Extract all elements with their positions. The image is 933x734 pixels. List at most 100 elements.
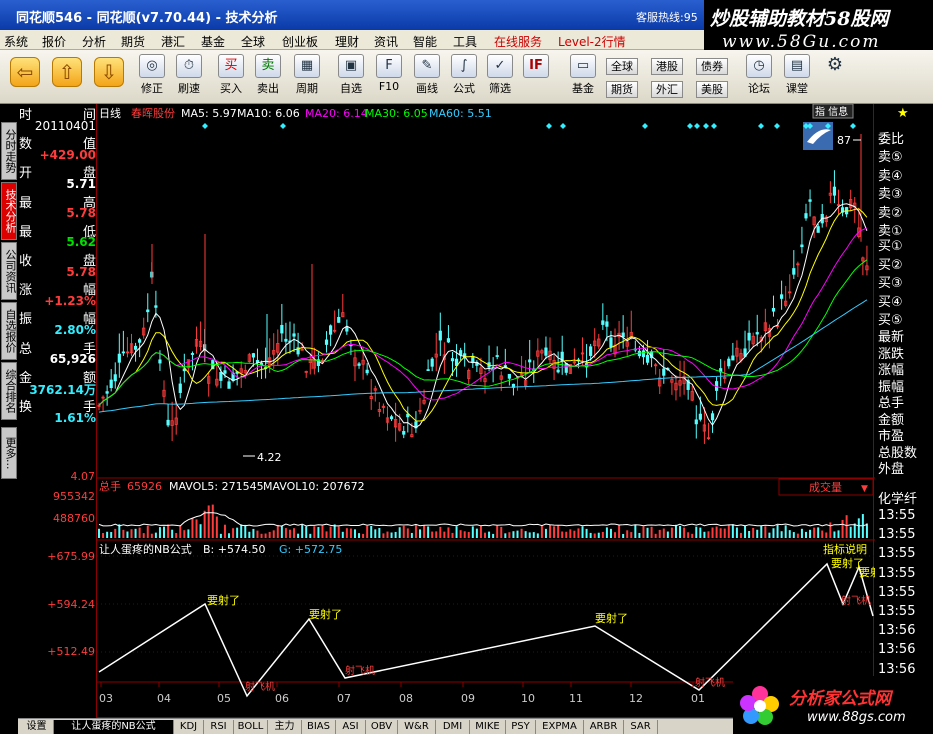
left-tab[interactable]: 更多... (1, 427, 17, 479)
gear-icon: ⚙ (826, 54, 844, 75)
axis-label: +675.99 (47, 550, 95, 563)
menu-item[interactable]: 系统 (4, 33, 28, 50)
menu-item[interactable]: 基金 (201, 33, 225, 50)
market-button[interactable]: 期货 (606, 81, 638, 98)
info-value: 2.80% (54, 323, 96, 337)
quote-text: 委比 (878, 132, 905, 147)
candle-body (402, 431, 406, 435)
candle-body (113, 374, 117, 382)
quote-text: 买② (878, 257, 903, 273)
market-button[interactable]: 债券 (696, 58, 728, 75)
market-button[interactable]: 美股 (696, 81, 728, 98)
back-arrow-icon[interactable]: ⇦ (10, 57, 40, 87)
if-button[interactable]: IF (521, 54, 551, 100)
menu-item[interactable]: 期货 (121, 33, 145, 50)
toolbar-button[interactable]: ∫ 公式 (447, 54, 481, 100)
toolbar-button[interactable]: ✎ 画线 (410, 54, 444, 100)
indicator-tab[interactable]: OBV (366, 720, 398, 734)
left-tab[interactable]: 公司资讯 (1, 242, 17, 300)
indicator-tab[interactable]: BIAS (302, 720, 336, 734)
x-axis: 03 04 05 06 07 08 09 10 11 12 01 (99, 682, 705, 705)
ma-line (98, 227, 868, 406)
indicator-tab[interactable]: ASI (336, 720, 366, 734)
indicator-tab[interactable]: ARBR (584, 720, 624, 734)
menu-item[interactable]: 在线服务 (494, 33, 542, 50)
quote-text: 卖② (878, 205, 903, 221)
indicator-tab[interactable]: KDJ (174, 720, 204, 734)
indicator-tab[interactable]: W&R (398, 720, 436, 734)
volume-header: 总手 65926 MAVOL5: 271545 MAVOL10: 207672 (99, 479, 365, 493)
indicator-tab[interactable]: 设置 (20, 720, 54, 734)
quote-text: 13:55 (878, 508, 916, 523)
candle-body (158, 359, 162, 364)
toolbar-button[interactable]: ▤ 课堂 (780, 54, 814, 100)
ma-line (98, 208, 868, 422)
stock-name: 春晖股份 (131, 107, 175, 120)
signal-diamond (560, 123, 566, 129)
settings-button[interactable]: ⚙ (820, 54, 850, 100)
menu-item[interactable]: 工具 (453, 33, 477, 50)
toolbar-button[interactable]: ◷ 论坛 (742, 54, 776, 100)
toolbar-button[interactable]: ◎ 修正 (135, 54, 169, 100)
quote-text: 13:55 (878, 546, 916, 562)
ma-label: MA30: 6.05 (365, 107, 428, 120)
toolbar-button[interactable]: ✓ 筛选 (483, 54, 517, 100)
menu-item[interactable]: 创业板 (282, 33, 318, 50)
star-icon[interactable]: ★ (897, 106, 909, 121)
toolbar-button[interactable]: ▭ 基金 (566, 54, 600, 100)
up-arrow-icon[interactable]: ⇧ (52, 57, 82, 87)
menu-item[interactable]: 理财 (335, 33, 359, 50)
left-tab[interactable]: 分时走势 (1, 122, 17, 180)
down-arrow-icon[interactable]: ⇩ (94, 57, 124, 87)
sell-signal-label: 要射了 (309, 607, 342, 621)
indicator-tab[interactable]: DMI (436, 720, 470, 734)
indicator-tab[interactable]: 让人蛋疼的NB公式 (54, 720, 174, 734)
menu-item[interactable]: 分析 (82, 33, 106, 50)
signal-diamond (850, 123, 856, 129)
menu-item[interactable]: 港汇 (161, 33, 185, 50)
market-button[interactable]: 全球 (606, 58, 638, 75)
logo-text: 分析家公式网 (789, 689, 891, 709)
buy-signal-label: 射飞机 (245, 680, 275, 693)
indicator-tab[interactable]: RSI (204, 720, 234, 734)
sell-signal-label: 要射了 (207, 593, 240, 607)
toolbar: ⇦ ⇧ ⇩ ◎ 修正 ⏱ 刷速 买买入卖卖出 ▦ 周期 ▣ 自选 F F10 ✎ 画线 ∫ 公式 ✓ 筛选 ▭ 基金… (0, 50, 933, 104)
menu-item[interactable]: 资讯 (374, 33, 398, 50)
high-price-label: 87 (837, 134, 851, 147)
menu-item[interactable]: Level-2行情 (558, 33, 626, 50)
signal-diamond (546, 123, 552, 129)
indicator-tab[interactable]: MIKE (470, 720, 506, 734)
menu-item[interactable]: 智能 (413, 33, 437, 50)
quote-text: 买③ (878, 276, 903, 291)
candle-body (605, 321, 609, 327)
toolbar-button[interactable]: F F10 (372, 54, 406, 100)
indicator-tab[interactable]: BOLL (234, 720, 268, 734)
candle-body (117, 353, 121, 363)
info-row: 1.61% (19, 411, 96, 429)
indicator-tab[interactable]: EXPMA (536, 720, 584, 734)
toolbar-button[interactable]: ⏱ 刷速 (172, 54, 206, 100)
quote-panel: ★ 委比 卖⑤ 卖④ 卖③ 卖② 卖① 买① 买② 买③ 买④ 买⑤ 最新 涨跌 涨幅 振幅 总手 金额 市盈 总股数… (875, 104, 933, 718)
toolbar-button[interactable]: 卖卖出 (251, 54, 285, 100)
toolbar-button[interactable]: 买买入 (214, 54, 248, 100)
indicator-tab[interactable]: 主力 (268, 720, 302, 734)
market-button[interactable]: 港股 (651, 58, 683, 75)
left-tab[interactable]: 技术分析 (1, 182, 17, 240)
toolbar-label: 画线 (416, 82, 438, 95)
ma-label: MA20: 6.14 (305, 107, 368, 120)
indicator-tab[interactable]: PSY (506, 720, 536, 734)
chart-area[interactable]: 日线 春晖股份 MA5: 5.97 MA10: 6.06 MA20: 6.14 MA30:… (96, 104, 875, 718)
candle-body (446, 338, 451, 343)
watermark-line2: www.58Gu.com (722, 32, 881, 52)
buy-signal-label: 射飞机 (345, 664, 375, 677)
toolbar-button[interactable]: ▦ 周期 (290, 54, 324, 100)
left-tab[interactable]: 综合排名 (1, 362, 17, 420)
menu-item[interactable]: 全球 (241, 33, 265, 50)
toolbar-label: 卖出 (257, 82, 279, 95)
toolbar-button[interactable]: ▣ 自选 (334, 54, 368, 100)
menu-item[interactable]: 报价 (42, 33, 66, 50)
left-tab[interactable]: 自选报价 (1, 302, 17, 360)
candle-body (621, 332, 625, 338)
indicator-tab[interactable]: SAR (624, 720, 658, 734)
market-button[interactable]: 外汇 (651, 81, 683, 98)
